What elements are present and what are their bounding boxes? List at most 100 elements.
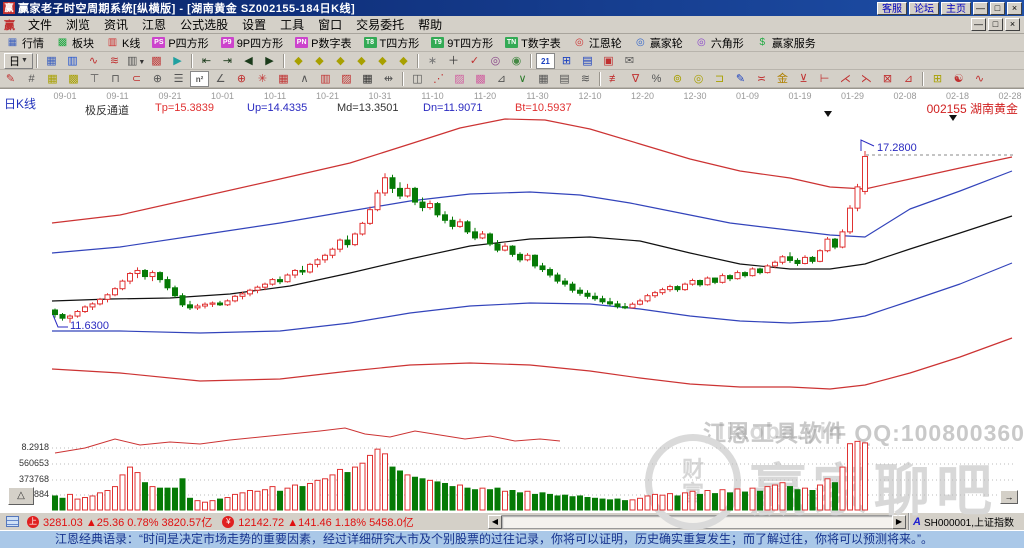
menu-trade[interactable]: 交易委托 — [349, 18, 411, 32]
module-winner-service-button[interactable]: $赢家服务 — [750, 34, 822, 51]
cell-grid-tool[interactable]: ⊞ — [928, 71, 947, 87]
fib-tool[interactable]: ⊢ — [815, 71, 834, 87]
chart-scroll-right-button[interactable]: → — [1000, 490, 1018, 504]
pane-collapse-button[interactable]: △ — [8, 487, 34, 505]
homepage-button[interactable]: 主页 — [941, 2, 971, 15]
gann-box9-tool[interactable]: ▩ — [64, 71, 83, 87]
module-hexagon-button[interactable]: ◎六角形 — [689, 34, 750, 51]
scroll-left-arrow[interactable]: ◀ — [488, 515, 502, 529]
notepad-icon[interactable]: ▤ — [578, 53, 597, 69]
save-icon[interactable]: ▣ — [599, 53, 618, 69]
module-kline-button[interactable]: ▥K线 — [100, 34, 146, 51]
fence-tool[interactable]: ▥ — [316, 71, 335, 87]
diamond-center-button[interactable]: ◆ — [373, 53, 392, 69]
taiji-tool[interactable]: ☯ — [949, 71, 968, 87]
doc-restore-button[interactable]: □ — [988, 18, 1003, 31]
wave3-icon[interactable]: ∿ — [84, 53, 103, 69]
percent-down-tool[interactable]: ∇ — [626, 71, 645, 87]
menu-formula-select[interactable]: 公式选股 — [173, 18, 235, 32]
forum-button[interactable]: 论坛 — [909, 2, 939, 15]
diamond-shrink-button[interactable]: ◆ — [352, 53, 371, 69]
slope3-tool[interactable]: ⋋ — [857, 71, 876, 87]
percent-tool[interactable]: % — [647, 71, 666, 87]
kline-style-icon[interactable]: ▥ — [63, 53, 82, 69]
flag-icon[interactable]: ▶ — [168, 53, 187, 69]
peak-lines-tool[interactable]: ∧ — [295, 71, 314, 87]
percent-circle-tool[interactable]: ⊚ — [668, 71, 687, 87]
crosshair-icon[interactable]: ＋ — [444, 53, 463, 69]
level-tool[interactable]: ≍ — [752, 71, 771, 87]
dark-grid-tool[interactable]: ▦ — [534, 71, 553, 87]
pink-grid-tool[interactable]: ▨ — [450, 71, 469, 87]
angle-cursor-tool[interactable]: ∠ — [211, 71, 230, 87]
wave9-icon[interactable]: ≋ — [105, 53, 124, 69]
menu-file[interactable]: 文件 — [21, 18, 59, 32]
diamond-expand-button[interactable]: ◆ — [331, 53, 350, 69]
pan-hand-icon[interactable]: ∗ — [423, 53, 442, 69]
module-sectors-button[interactable]: ▩板块 — [50, 34, 100, 51]
ruler-tool[interactable]: ⊓ — [106, 71, 125, 87]
n2-tool[interactable]: n² — [190, 71, 209, 87]
mail-icon[interactable]: ✉ — [620, 53, 639, 69]
menu-settings[interactable]: 设置 — [235, 18, 273, 32]
diamond-grid-button[interactable]: ◆ — [394, 53, 413, 69]
hash-grid-tool[interactable]: # — [22, 71, 41, 87]
restore-button[interactable]: □ — [990, 2, 1005, 15]
gold-section-tool[interactable]: 金 — [773, 71, 792, 87]
percent-channel-tool[interactable]: ≢ — [605, 71, 624, 87]
diamond-right-button[interactable]: ◆ — [310, 53, 329, 69]
gold-box-tool[interactable]: ⊐ — [710, 71, 729, 87]
measure-pen-tool[interactable]: ✎ — [731, 71, 750, 87]
pin-tool[interactable]: ◫ — [408, 71, 427, 87]
last-bar-button[interactable]: ⇥ — [218, 53, 237, 69]
calculator-icon[interactable]: ⊞ — [557, 53, 576, 69]
candle-settings-dropdown[interactable]: ▥▼ — [126, 53, 145, 69]
width-tool[interactable]: ⇹ — [379, 71, 398, 87]
gold-ring-tool[interactable]: ◎ — [689, 71, 708, 87]
pink-grid9-tool[interactable]: ▩ — [471, 71, 490, 87]
chart-area[interactable]: 江恩工具软件 QQ:100800360 赢家聊吧 财富 日K线 09-0109-… — [0, 88, 1024, 512]
angle2-tool[interactable]: ⊿ — [492, 71, 511, 87]
fan-tool[interactable]: ⋰ — [429, 71, 448, 87]
menu-help[interactable]: 帮助 — [411, 18, 449, 32]
peak-mark-icon[interactable]: ✓ — [465, 53, 484, 69]
next-bar-button[interactable]: ▶ — [260, 53, 279, 69]
fence9-tool[interactable]: ▨ — [337, 71, 356, 87]
prev-bar-button[interactable]: ◀ — [239, 53, 258, 69]
black-grid-tool[interactable]: ▦ — [358, 71, 377, 87]
chart-layout-icon[interactable]: ▦ — [42, 53, 61, 69]
compass-tool[interactable]: ⊕ — [148, 71, 167, 87]
red-grid-tool[interactable]: ▦ — [274, 71, 293, 87]
dark-grid9-tool[interactable]: ▤ — [555, 71, 574, 87]
doc-close-button[interactable]: × — [1005, 18, 1020, 31]
stats-icon[interactable]: ◉ — [507, 53, 526, 69]
module-gann-wheel-button[interactable]: ◎江恩轮 — [567, 34, 628, 51]
box-x-tool[interactable]: ⊠ — [878, 71, 897, 87]
hatch-tool[interactable]: ≋ — [576, 71, 595, 87]
slope1-tool[interactable]: ⊻ — [794, 71, 813, 87]
customer-service-button[interactable]: 客服 — [877, 2, 907, 15]
pencil-tool[interactable]: ✎ — [1, 71, 20, 87]
menu-gann[interactable]: 江恩 — [135, 18, 173, 32]
minimize-button[interactable]: — — [973, 2, 988, 15]
cycle-window-icon[interactable]: ◎ — [486, 53, 505, 69]
module-winner-wheel-button[interactable]: ◎赢家轮 — [628, 34, 689, 51]
quotes-grid-icon[interactable] — [6, 516, 19, 527]
module-t9-square-button[interactable]: T99T四方形 — [425, 34, 499, 51]
target-tool[interactable]: ⊕ — [232, 71, 251, 87]
diamond-left-button[interactable]: ◆ — [289, 53, 308, 69]
asterisk-tool[interactable]: ✳ — [253, 71, 272, 87]
comb-lines-tool[interactable]: ☰ — [169, 71, 188, 87]
module-t-number-table-button[interactable]: TNT数字表 — [499, 34, 567, 51]
slope2-tool[interactable]: ⋌ — [836, 71, 855, 87]
lasso-tool[interactable]: ⊂ — [127, 71, 146, 87]
first-bar-button[interactable]: ⇤ — [197, 53, 216, 69]
module-p-square-button[interactable]: PSP四方形 — [146, 34, 214, 51]
menu-window[interactable]: 窗口 — [311, 18, 349, 32]
module-quotes-button[interactable]: ▦行情 — [0, 34, 50, 51]
module-p9-square-button[interactable]: P99P四方形 — [215, 34, 289, 51]
period-day-dropdown[interactable]: 日▼ — [4, 53, 33, 69]
calendar-21-icon[interactable]: 21 — [536, 53, 555, 69]
candlestick-chart[interactable] — [0, 89, 1024, 513]
tsquare-tool[interactable]: ⊤ — [85, 71, 104, 87]
